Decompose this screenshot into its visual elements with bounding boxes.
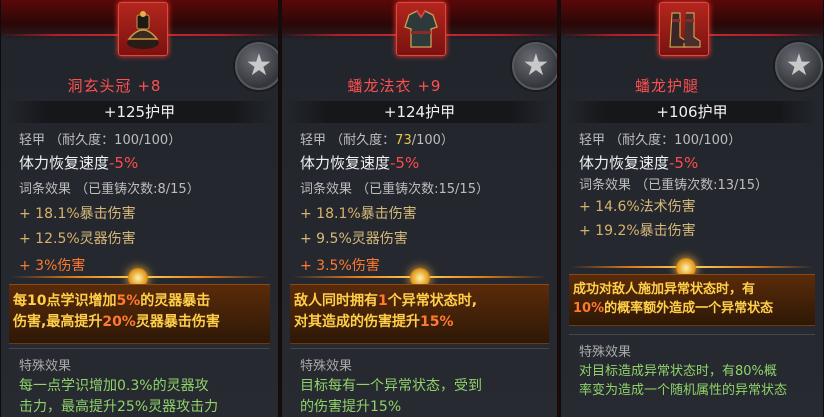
affix-header: 词条效果 （已重铸次数:8/15）: [19, 182, 200, 197]
special-effect-line: 每一点学识增加0.3%的灵器攻: [19, 378, 209, 394]
affix-line: + 12.5%灵器伤害: [19, 231, 136, 247]
durability-line: 轻甲 （耐久度：100/100）: [19, 133, 182, 148]
special-effect-line: 击力，最高提升25%灵器攻击力: [19, 399, 219, 415]
favorite-star-button[interactable]: ★: [512, 42, 557, 90]
set-bonus-line: 敌人同时拥有1个异常状态时,: [294, 293, 478, 309]
helmet-icon: [127, 11, 159, 49]
star-icon: ★: [522, 48, 550, 83]
item-tooltip-1: ★ 洞玄头冠 +8 +125护甲 轻甲 （耐久度：100/100） 体力恢复速度…: [0, 0, 279, 417]
item-slot[interactable]: [118, 2, 168, 56]
special-effect-title: 特殊效果: [579, 345, 632, 360]
stamina-line: 体力恢复速度-5%: [19, 154, 139, 172]
armor-row: +124护甲: [288, 101, 551, 123]
armor-row: +106护甲: [567, 101, 817, 123]
divider: [9, 348, 270, 349]
favorite-star-button[interactable]: ★: [775, 42, 823, 90]
stamina-line: 体力恢复速度-5%: [300, 154, 420, 172]
divider: [569, 334, 815, 335]
durability-line: 轻甲 （耐久度：73/100）: [300, 133, 454, 148]
item-slot[interactable]: [396, 2, 446, 56]
affix-line: + 18.1%暴击伤害: [300, 206, 417, 222]
affix-header: 词条效果 （已重铸次数:15/15）: [300, 182, 489, 197]
star-icon: ★: [785, 48, 813, 83]
set-bonus-line: 每10点学识增加5%的灵器暴击: [13, 293, 211, 309]
affix-line-highlight: + 3.5%伤害: [300, 258, 380, 274]
special-effect-line: 的伤害提升15%: [300, 399, 402, 415]
item-title: 洞玄头冠 +8: [67, 77, 162, 95]
star-icon: ★: [245, 48, 273, 83]
armor-row: +125护甲: [7, 101, 272, 123]
item-title: 蟠龙法衣 +9: [347, 77, 442, 95]
affix-line-highlight: + 3%伤害: [19, 258, 86, 274]
set-bonus-line: 对其造成的伤害提升15%: [294, 314, 454, 330]
set-bonus-line: 伤害,最高提升20%灵器暴击伤害: [13, 314, 220, 330]
boots-icon: [669, 12, 701, 48]
special-effect-title: 特殊效果: [300, 359, 353, 374]
item-tooltip-3: ★ 蟠龙护腿 +106护甲 轻甲 （耐久度：100/100） 体力恢复速度-5%…: [560, 0, 824, 417]
special-effect-line: 率变为造成一个随机属性的异常状态: [579, 383, 788, 398]
divider: [290, 348, 549, 349]
affix-line-purple: + 9.5%灵器伤害: [300, 231, 408, 247]
favorite-star-button[interactable]: ★: [235, 42, 278, 90]
affix-line: + 14.6%法术伤害: [579, 199, 696, 215]
special-effect-line: 目标每有一个异常状态，受到: [300, 378, 482, 394]
item-slot[interactable]: [659, 2, 709, 56]
affix-header: 词条效果 （已重铸次数:13/15）: [579, 178, 768, 193]
set-bonus-line: 成功对敌人施加异常状态时，有: [573, 282, 756, 297]
special-effect-title: 特殊效果: [19, 359, 72, 374]
stamina-line: 体力恢复速度-5%: [579, 154, 699, 172]
set-bonus-line: 10%的概率额外造成一个异常状态: [573, 301, 774, 316]
robe-icon: [404, 10, 438, 48]
affix-line: + 19.2%暴击伤害: [579, 223, 696, 239]
durability-line: 轻甲 （耐久度：100/100）: [579, 133, 742, 148]
special-effect-line: 对目标造成异常状态时，有80%概: [579, 364, 777, 379]
affix-line: + 18.1%暴击伤害: [19, 206, 136, 222]
item-tooltip-2: ★ 蟠龙法衣 +9 +124护甲 轻甲 （耐久度：73/100） 体力恢复速度-…: [281, 0, 558, 417]
item-title: 蟠龙护腿: [634, 77, 699, 95]
